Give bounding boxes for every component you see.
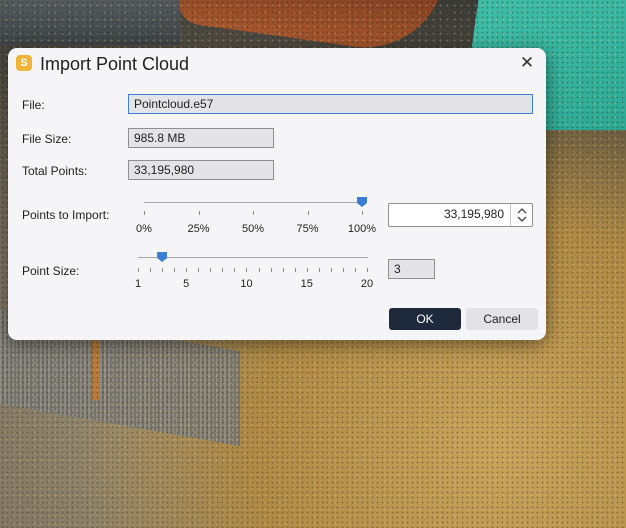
point-size-tick xyxy=(162,268,164,272)
points-to-import-spinbox[interactable]: 33,195,980 xyxy=(388,203,533,227)
point-size-field[interactable]: 3 xyxy=(388,259,435,279)
close-icon[interactable]: ✕ xyxy=(516,52,538,74)
dialog-title: Import Point Cloud xyxy=(40,54,190,74)
point-size-label: Point Size: xyxy=(22,264,80,278)
points-to-import-tick xyxy=(362,211,363,215)
point-size-tick xyxy=(330,268,332,272)
points-to-import-value[interactable]: 33,195,980 xyxy=(444,207,504,221)
point-size-tick xyxy=(354,268,356,272)
points-to-import-label: Points to Import: xyxy=(22,208,110,222)
point-size-tick xyxy=(198,268,200,272)
point-size-tick xyxy=(367,268,368,272)
dialog-titlebar[interactable]: S Import Point Cloud ✕ xyxy=(8,48,546,82)
ok-button[interactable]: OK xyxy=(389,308,461,330)
point-size-tick xyxy=(342,268,344,272)
point-size-tick xyxy=(282,268,284,272)
point-size-tick xyxy=(270,268,272,272)
point-size-tick-label: 10 xyxy=(240,278,253,290)
file-label: File: xyxy=(22,98,45,112)
file-size-field: 985.8 MB xyxy=(128,128,274,148)
point-size-tick xyxy=(210,268,212,272)
file-size-label: File Size: xyxy=(22,132,72,146)
point-size-tick xyxy=(138,268,139,272)
cancel-button[interactable]: Cancel xyxy=(466,308,538,330)
points-to-import-thumb[interactable] xyxy=(357,197,367,207)
total-points-label: Total Points: xyxy=(22,164,88,178)
points-to-import-track[interactable] xyxy=(144,202,362,203)
point-size-tick xyxy=(222,268,224,272)
point-size-tick xyxy=(294,268,296,272)
point-size-tick-label: 5 xyxy=(183,278,190,290)
points-to-import-tick-label: 0% xyxy=(136,223,152,235)
point-size-tick-label: 15 xyxy=(300,278,313,290)
file-field[interactable]: Pointcloud.e57 xyxy=(128,94,533,114)
points-to-import-tick-label: 25% xyxy=(187,223,210,235)
app-icon: S xyxy=(16,55,32,71)
import-point-cloud-dialog: S Import Point Cloud ✕ File: Pointcloud.… xyxy=(8,48,546,340)
total-points-field: 33,195,980 xyxy=(128,160,274,180)
point-size-tick xyxy=(150,268,152,272)
point-size-tick xyxy=(174,268,176,272)
point-size-tick xyxy=(258,268,260,272)
points-to-import-tick xyxy=(198,211,200,215)
points-to-import-tick-label: 50% xyxy=(241,223,265,235)
point-size-thumb[interactable] xyxy=(157,252,168,262)
points-to-import-tick-label: 75% xyxy=(296,223,319,235)
points-to-import-tick xyxy=(307,211,309,215)
points-to-import-tick xyxy=(144,211,145,215)
point-size-tick-label: 1 xyxy=(134,278,142,290)
point-size-tick xyxy=(318,268,320,272)
point-size-tick xyxy=(306,268,308,272)
points-to-import-tick xyxy=(253,211,254,215)
spin-updown-icon[interactable] xyxy=(510,204,532,226)
point-size-tick-label: 20 xyxy=(360,278,374,290)
point-size-tick xyxy=(234,268,236,272)
point-size-tick xyxy=(246,268,248,272)
point-size-tick xyxy=(186,268,188,272)
points-to-import-tick-label: 100% xyxy=(347,223,377,235)
point-size-track[interactable] xyxy=(138,257,368,258)
